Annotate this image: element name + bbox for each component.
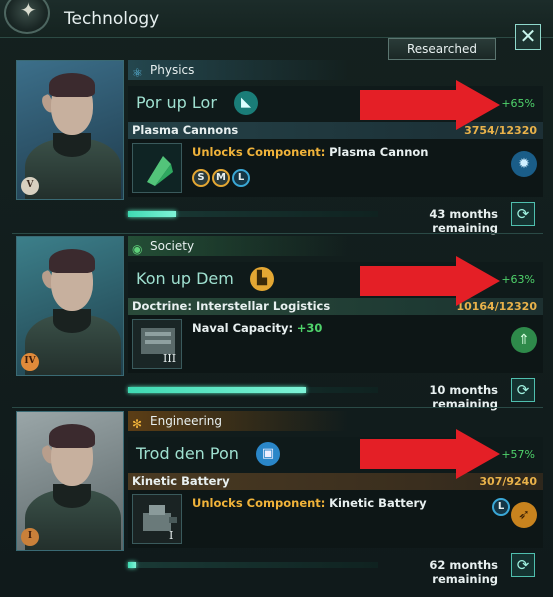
progress-row: 43 months remaining ⟳ — [128, 202, 543, 235]
months-remaining: 62 months remaining — [429, 558, 498, 586]
size-chip: S — [192, 169, 210, 187]
change-research-button[interactable]: ⟳ — [511, 378, 535, 402]
emblem-star-icon: ✦ — [20, 0, 37, 22]
annotation-arrow — [360, 256, 500, 306]
progress-row: 10 months remaining ⟳ — [128, 378, 543, 411]
window-header: ✦ Technology — [0, 0, 553, 38]
progress-row: 62 months remaining ⟳ — [128, 553, 543, 586]
project-name: Plasma Cannons — [132, 123, 239, 137]
rank-badge: V — [21, 177, 39, 195]
annotation-arrow — [360, 429, 500, 479]
category-label: ⚛ Physics — [128, 60, 348, 80]
project-detail: III Naval Capacity: +30 ⇑ — [128, 315, 543, 373]
kinetic-weapon-icon: ➶ — [511, 502, 537, 528]
atom-icon: ⚛ — [132, 66, 143, 80]
kinetic-battery-icon[interactable]: I — [132, 494, 182, 544]
project-detail: Unlocks Component: Plasma Cannon SML ✹ — [128, 139, 543, 197]
researched-button[interactable]: Researched — [388, 38, 496, 60]
gear-icon: ✻ — [132, 417, 143, 431]
tier-numeral: III — [163, 352, 177, 365]
doctrine-icon[interactable]: III — [132, 319, 182, 369]
tier-numeral: I — [169, 529, 174, 542]
spark-icon[interactable]: ◣ — [234, 91, 258, 115]
close-button[interactable]: ✕ — [515, 24, 541, 50]
rank-badge: I — [21, 528, 39, 546]
size-chip: L — [492, 498, 510, 516]
research-progress-bar — [128, 387, 378, 393]
technology-window: ✦ Technology ✕ Researched V ⚛ Physics Po… — [0, 0, 553, 597]
category-label: ✻ Engineering — [128, 411, 348, 431]
plasma-crystal-icon[interactable] — [132, 143, 182, 193]
project-detail: I Unlocks Component: Kinetic Battery L ➶ — [128, 490, 543, 548]
change-research-button[interactable]: ⟳ — [511, 202, 535, 226]
change-research-button[interactable]: ⟳ — [511, 553, 535, 577]
project-name: Doctrine: Interstellar Logistics — [132, 299, 331, 313]
factory-icon[interactable]: ▙ — [250, 267, 274, 291]
empire-emblem[interactable]: ✦ — [4, 0, 50, 34]
scientist-portrait[interactable]: IV — [16, 236, 124, 376]
rank-badge: IV — [21, 353, 39, 371]
slot-sizes: SML — [192, 165, 252, 187]
scientist-name: Kon up Dem — [136, 269, 234, 288]
annotation-arrow — [360, 80, 500, 130]
progress-fill — [128, 211, 176, 217]
scientist-portrait[interactable]: V — [16, 60, 124, 200]
scientist-portrait[interactable]: I — [16, 411, 124, 551]
globe-icon: ◉ — [132, 242, 143, 256]
weapon-component-icon: ✹ — [511, 151, 537, 177]
scientist-name: Por up Lor — [136, 93, 217, 112]
months-remaining: 43 months remaining — [429, 207, 498, 235]
progress-fill — [128, 562, 136, 568]
naval-capacity-icon: ⇑ — [511, 327, 537, 353]
category-label: ◉ Society — [128, 236, 348, 256]
scientist-name: Trod den Pon — [136, 444, 239, 463]
window-title: Technology — [64, 9, 160, 29]
size-chip: M — [212, 169, 230, 187]
research-progress-bar — [128, 211, 378, 217]
size-chip: L — [232, 169, 250, 187]
progress-fill — [128, 387, 306, 393]
project-name: Kinetic Battery — [132, 474, 230, 488]
vehicle-icon[interactable]: ▣ — [256, 442, 280, 466]
research-progress-bar — [128, 562, 378, 568]
